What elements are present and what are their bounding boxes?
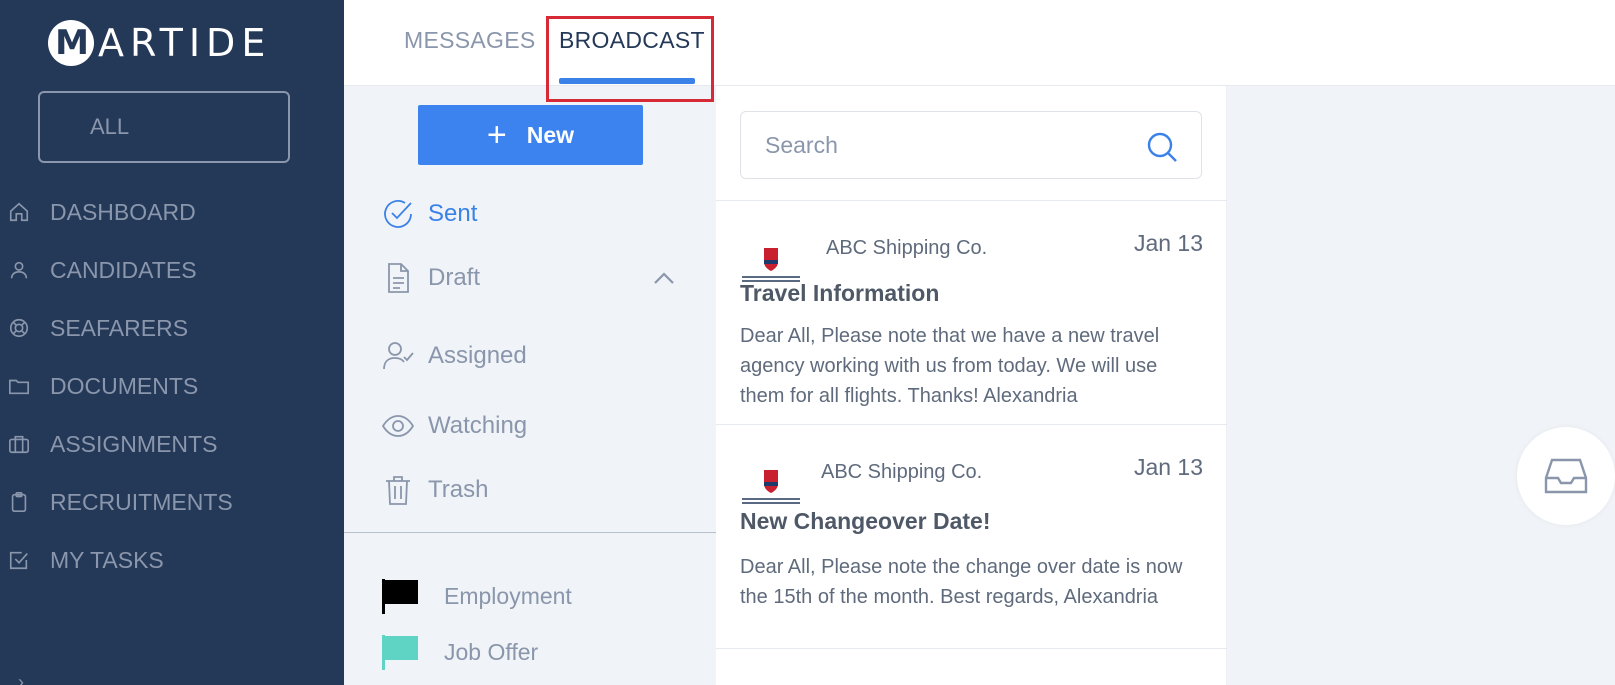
logo-wordmark: ARTIDE xyxy=(98,21,272,65)
list-item[interactable]: ABC Shipping Co. Jan 13 Travel Informati… xyxy=(716,200,1227,424)
collapse-sidebar-icon[interactable]: › xyxy=(18,672,24,685)
label-employment[interactable]: Employment xyxy=(380,576,572,616)
folder-label: Sent xyxy=(428,200,478,227)
folder-sent[interactable]: Sent xyxy=(380,194,477,234)
check-circle-icon xyxy=(380,196,416,232)
folder-trash[interactable]: Trash xyxy=(380,470,488,510)
folder-draft[interactable]: Draft xyxy=(380,258,480,298)
sidebar-item-label: MY TASKS xyxy=(50,546,164,573)
folder-watching[interactable]: Watching xyxy=(380,406,527,446)
inbox-button[interactable] xyxy=(1517,427,1615,525)
trash-icon xyxy=(380,472,416,508)
user-icon xyxy=(8,259,30,281)
folder-label: Draft xyxy=(428,264,481,291)
label-job-offer[interactable]: Job Offer xyxy=(380,632,538,672)
sidebar-item-seafarers[interactable]: SEAFARERS xyxy=(0,308,188,348)
message-list: ABC Shipping Co. Jan 13 Travel Informati… xyxy=(716,86,1227,685)
lifebuoy-icon xyxy=(8,317,30,339)
sender-name: ABC Shipping Co. xyxy=(821,461,983,483)
message-subject: New Changeover Date! xyxy=(740,508,991,534)
list-divider xyxy=(716,648,1227,649)
sidebar-item-documents[interactable]: DOCUMENTS xyxy=(0,366,198,406)
sidebar-item-my-tasks[interactable]: MY TASKS xyxy=(0,540,164,580)
folder-label: Trash xyxy=(428,476,489,503)
list-item[interactable]: ABC Shipping Co. Jan 13 New Changeover D… xyxy=(716,424,1227,648)
sidebar-item-candidates[interactable]: CANDIDATES xyxy=(0,250,197,290)
highlight-annotation-box xyxy=(546,16,714,102)
message-date: Jan 13 xyxy=(1133,454,1203,480)
checkbox-icon xyxy=(8,549,30,571)
filter-selector[interactable]: ALL xyxy=(38,91,290,163)
folder-icon xyxy=(8,375,30,397)
search-box xyxy=(740,111,1202,179)
sidebar: M ARTIDE ALL DASHBOARD CANDIDATES SEAFAR… xyxy=(0,0,344,685)
sidebar-item-assignments[interactable]: ASSIGNMENTS xyxy=(0,424,217,464)
sidebar-item-label: DASHBOARD xyxy=(50,198,196,225)
search-input[interactable] xyxy=(765,131,1125,159)
chevron-up-icon[interactable] xyxy=(652,266,676,290)
sidebar-item-label: RECRUITMENTS xyxy=(50,488,233,515)
plus-icon: + xyxy=(486,116,507,154)
message-preview: Dear All, Please note that we have a new… xyxy=(740,325,1160,407)
inbox-icon xyxy=(1544,458,1588,494)
company-logo xyxy=(740,470,802,505)
folder-label: Assigned xyxy=(428,342,527,369)
user-check-icon xyxy=(380,338,416,374)
folder-panel: + New Sent Draft Assigned Watching Trash… xyxy=(344,86,716,685)
label-name: Employment xyxy=(444,582,572,609)
sender-name: ABC Shipping Co. xyxy=(826,237,988,259)
top-bar: MESSAGES BROADCAST xyxy=(344,0,1615,86)
martide-logo[interactable]: M ARTIDE xyxy=(48,18,271,68)
new-broadcast-button[interactable]: + New xyxy=(418,105,643,165)
folder-assigned[interactable]: Assigned xyxy=(380,336,527,376)
new-button-label: New xyxy=(526,121,575,148)
flag-icon xyxy=(382,635,418,670)
sidebar-item-label: DOCUMENTS xyxy=(50,372,199,399)
message-subject: Travel Information xyxy=(740,280,940,306)
tab-messages[interactable]: MESSAGES xyxy=(404,27,536,54)
detail-panel xyxy=(1227,86,1615,685)
briefcase-icon xyxy=(8,433,30,455)
flag-icon xyxy=(382,579,418,614)
sidebar-item-label: ASSIGNMENTS xyxy=(50,430,218,457)
document-icon xyxy=(380,260,416,296)
home-icon xyxy=(8,201,30,223)
clipboard-icon xyxy=(8,491,30,513)
sidebar-item-label: SEAFARERS xyxy=(50,314,189,341)
label-name: Job Offer xyxy=(444,638,539,665)
folder-label: Watching xyxy=(428,412,528,439)
sidebar-item-label: CANDIDATES xyxy=(50,256,197,283)
eye-icon xyxy=(380,408,416,444)
search-icon[interactable] xyxy=(1145,130,1179,164)
sidebar-item-recruitments[interactable]: RECRUITMENTS xyxy=(0,482,233,522)
logo-mark: M xyxy=(48,20,94,66)
message-date: Jan 13 xyxy=(1133,230,1203,256)
message-preview: Dear All, Please note the change over da… xyxy=(740,556,1183,608)
sidebar-item-dashboard[interactable]: DASHBOARD xyxy=(0,192,196,232)
folder-divider xyxy=(344,532,716,533)
